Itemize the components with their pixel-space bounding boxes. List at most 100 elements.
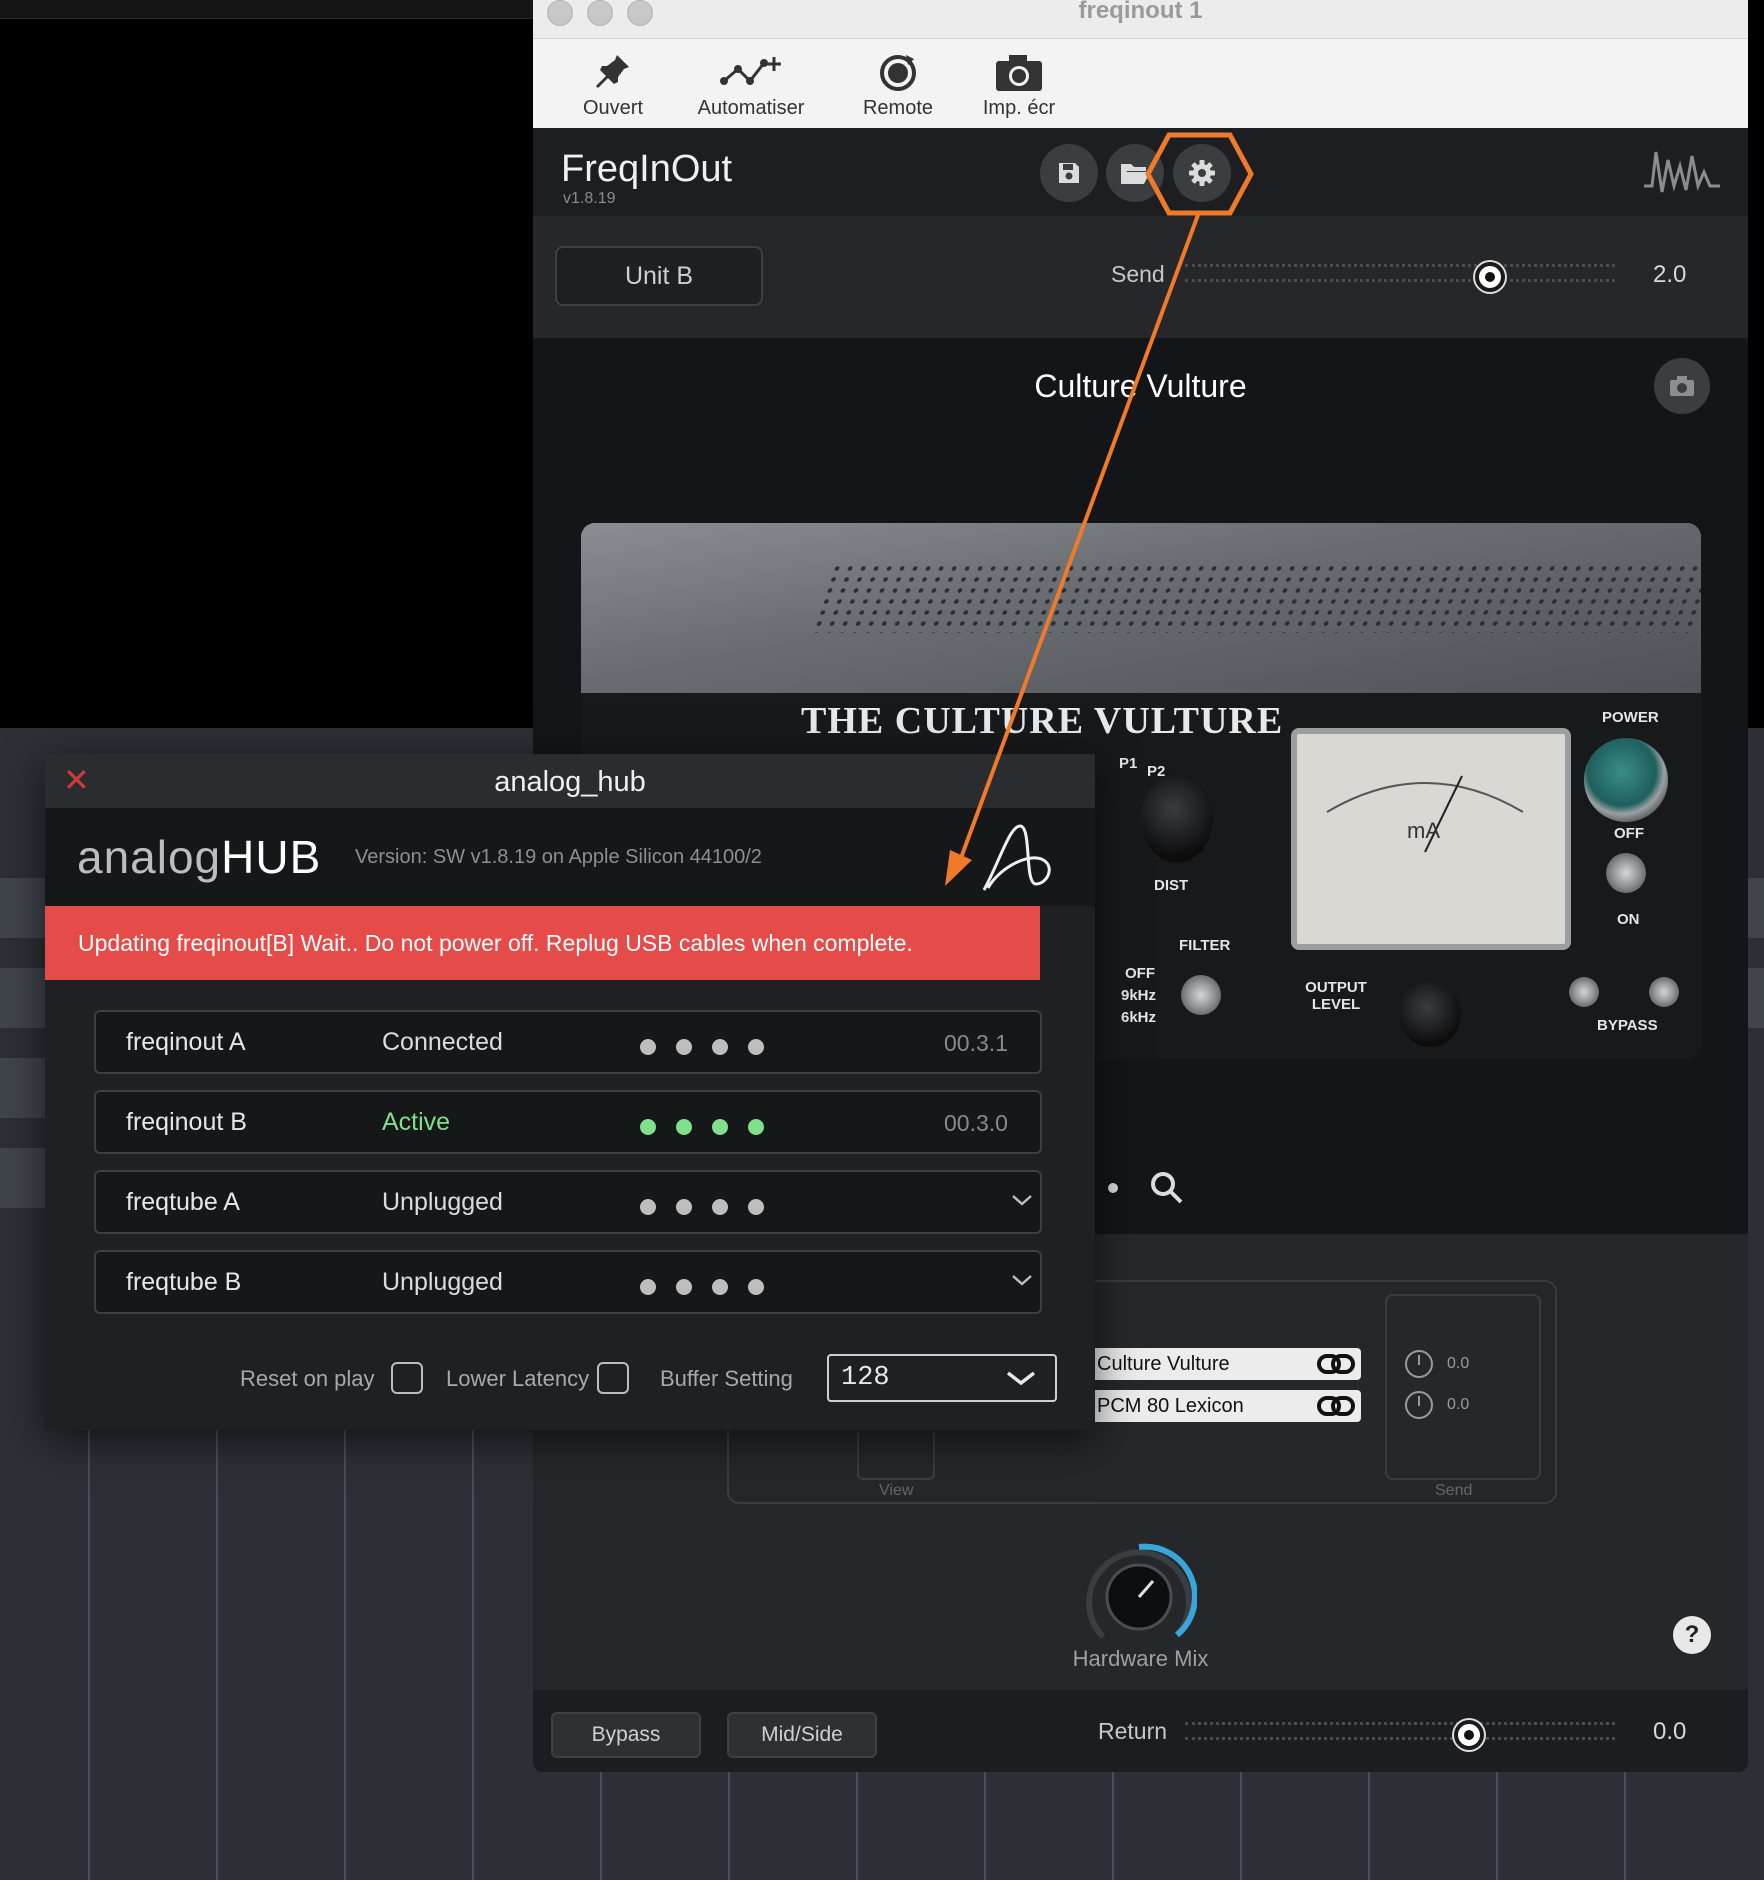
- status-led: [748, 1279, 764, 1295]
- device-firmware: 00.3.1: [944, 1030, 1008, 1056]
- settings-button[interactable]: [1173, 144, 1231, 202]
- reset-on-play-checkbox[interactable]: [391, 1362, 423, 1394]
- send-knob-row[interactable]: 0.0: [1405, 1391, 1469, 1419]
- daw-track-block: [1748, 968, 1764, 1028]
- meter-scale: [1326, 775, 1524, 853]
- daw-grid-line: [1240, 1772, 1242, 1880]
- send-knob-icon[interactable]: [1405, 1350, 1433, 1378]
- device-row-freqinout-a[interactable]: freqinout A Connected 00.3.1: [94, 1010, 1042, 1074]
- hub-title: analog_hub: [494, 766, 646, 798]
- link-icon[interactable]: [1317, 1394, 1355, 1418]
- return-label: Return: [1098, 1718, 1168, 1744]
- device-leds: [640, 1119, 764, 1135]
- route-item-1[interactable]: Culture Vulture: [1091, 1348, 1361, 1380]
- photo-bypass-switch: [1649, 977, 1679, 1007]
- toolbar-open-button[interactable]: Ouvert: [563, 51, 663, 120]
- device-row-freqtube-a[interactable]: freqtube A Unplugged: [94, 1170, 1042, 1234]
- lower-latency-checkbox[interactable]: [597, 1362, 629, 1394]
- daw-grid-line: [88, 1430, 90, 1880]
- device-leds: [640, 1199, 764, 1215]
- photo-p1-label: P1: [1119, 755, 1138, 772]
- buffer-setting-label: Buffer Setting: [660, 1366, 793, 1391]
- status-led: [640, 1039, 656, 1055]
- daw-grid-line: [472, 1430, 474, 1880]
- automation-icon: [720, 57, 781, 85]
- save-button[interactable]: [1040, 144, 1098, 202]
- return-slider-handle[interactable]: [1453, 1720, 1484, 1750]
- unit-camera-button[interactable]: [1654, 358, 1710, 414]
- device-leds: [640, 1279, 764, 1295]
- send-knob-row[interactable]: 0.0: [1405, 1350, 1469, 1378]
- status-led: [748, 1199, 764, 1215]
- status-led: [676, 1279, 692, 1295]
- buffer-setting-value: 128: [841, 1363, 890, 1393]
- view-caption: View: [879, 1482, 914, 1499]
- midside-button[interactable]: Mid/Side: [727, 1712, 877, 1758]
- send-value: 2.0: [1653, 261, 1687, 288]
- status-led: [676, 1199, 692, 1215]
- window-title: freqinout 1: [1078, 0, 1203, 24]
- photo-power-switch: [1606, 853, 1646, 893]
- return-slider-track[interactable]: [1185, 1722, 1615, 1740]
- daw-top-strip: [0, 0, 533, 19]
- hub-logo: analogHUB: [77, 830, 321, 884]
- search-icon[interactable]: [1151, 1172, 1183, 1204]
- photo-filter-9khz: 9kHz: [1121, 987, 1157, 1004]
- hub-version: Version: SW v1.8.19 on Apple Silicon 441…: [355, 846, 762, 868]
- hardware-mix-knob[interactable]: [1081, 1539, 1197, 1655]
- chevron-down-icon[interactable]: [1010, 1192, 1034, 1208]
- status-led: [676, 1119, 692, 1135]
- photo-bypass-label: BYPASS: [1597, 1017, 1658, 1034]
- photo-vent-holes: [809, 563, 1701, 633]
- device-status: Unplugged: [382, 1188, 503, 1216]
- photo-filter-switch: [1181, 975, 1221, 1015]
- meter-unit-label: mA: [1407, 818, 1440, 843]
- send-knob-icon[interactable]: [1405, 1391, 1433, 1419]
- daw-grid-line: [1496, 1772, 1498, 1880]
- unit-select-button[interactable]: Unit B: [555, 246, 763, 306]
- daw-grid-line: [1624, 1772, 1626, 1880]
- send-slider-handle[interactable]: [1475, 262, 1506, 292]
- status-led: [712, 1199, 728, 1215]
- photo-power-lamp: [1584, 738, 1668, 822]
- status-led: [712, 1039, 728, 1055]
- status-led: [712, 1119, 728, 1135]
- device-row-freqinout-b[interactable]: freqinout B Active 00.3.0: [94, 1090, 1042, 1154]
- bypass-button[interactable]: Bypass: [551, 1712, 701, 1758]
- photo-filter-6khz: 6kHz: [1121, 1009, 1157, 1026]
- status-led: [640, 1199, 656, 1215]
- photo-output-level-label: OUTPUT LEVEL: [1305, 979, 1367, 1013]
- status-led: [676, 1039, 692, 1055]
- photo-on-label: ON: [1617, 911, 1640, 928]
- link-icon[interactable]: [1317, 1352, 1355, 1376]
- view-box[interactable]: [857, 1432, 935, 1480]
- daw-grid-line: [856, 1772, 858, 1880]
- buffer-setting-select[interactable]: 128: [827, 1354, 1057, 1402]
- toolbar-screenshot-label: Imp. écr: [982, 97, 1056, 119]
- toolbar-screenshot-button[interactable]: Imp. écr: [909, 51, 1129, 120]
- device-name: freqinout A: [126, 1028, 246, 1056]
- photo-dist-label: DIST: [1154, 877, 1189, 894]
- daw-track-block: [1748, 878, 1764, 938]
- page-dot[interactable]: [1108, 1183, 1118, 1193]
- device-row-freqtube-b[interactable]: freqtube B Unplugged: [94, 1250, 1042, 1314]
- device-status: Unplugged: [382, 1268, 503, 1296]
- photo-chassis-top: [581, 523, 1701, 693]
- daw-track-block: [0, 1058, 45, 1118]
- open-folder-button[interactable]: [1106, 144, 1164, 202]
- photo-vu-meter: mA: [1291, 728, 1571, 950]
- device-name: freqtube A: [126, 1188, 240, 1216]
- hub-titlebar: ✕ analog_hub: [45, 754, 1095, 808]
- chevron-down-icon[interactable]: [1010, 1272, 1034, 1288]
- folder-open-icon: [1121, 164, 1150, 184]
- camera-icon: [996, 55, 1042, 91]
- send-slider-track[interactable]: [1185, 264, 1615, 282]
- save-icon: [1059, 163, 1079, 183]
- device-status: Connected: [382, 1028, 503, 1056]
- analog-hub-mark-icon: [982, 824, 1051, 891]
- send-knob-box: 0.0 0.0: [1385, 1294, 1541, 1480]
- help-button[interactable]: ?: [1673, 1616, 1711, 1654]
- daw-track-block: [0, 1148, 45, 1208]
- route-item-2[interactable]: PCM 80 Lexicon: [1091, 1390, 1361, 1422]
- photo-off-label: OFF: [1614, 825, 1644, 842]
